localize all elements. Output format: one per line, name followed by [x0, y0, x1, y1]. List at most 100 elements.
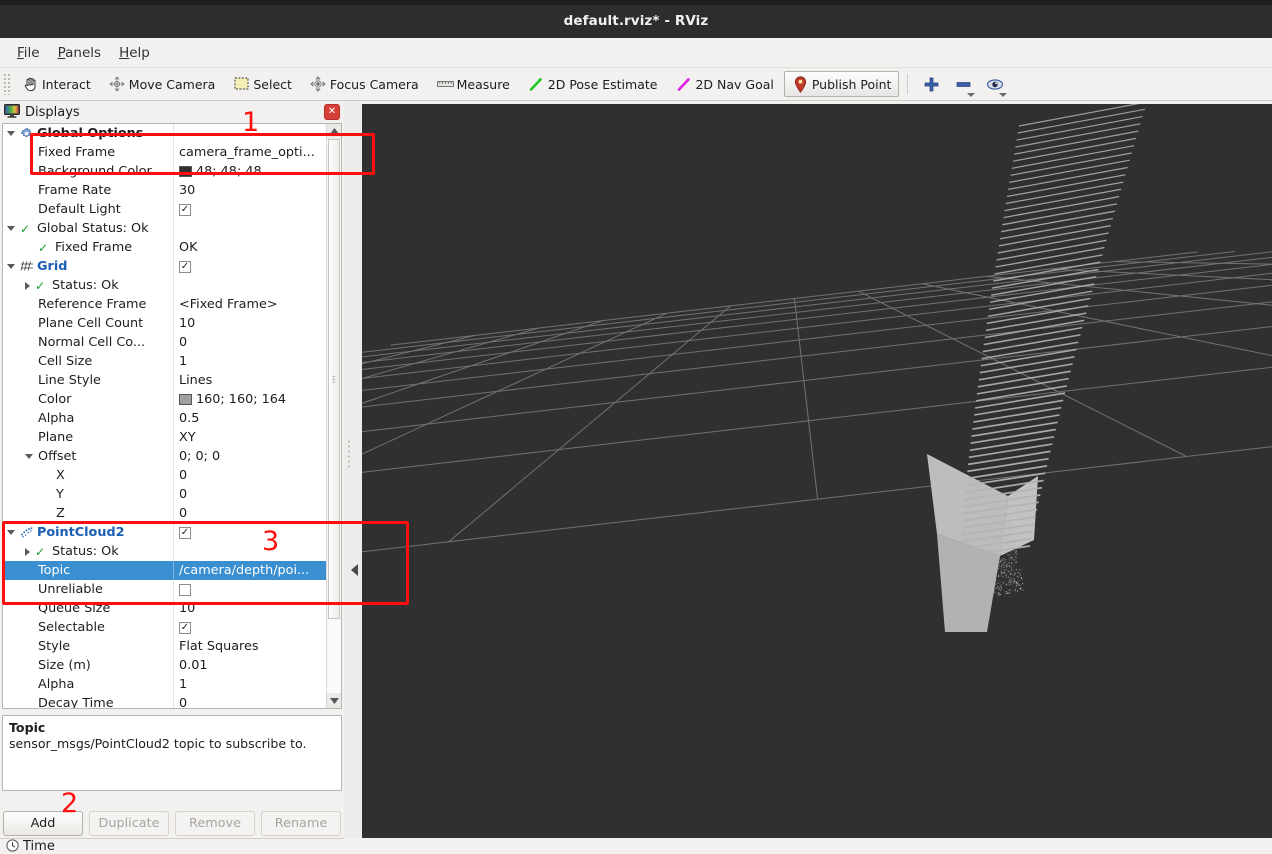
collapse-panel-icon[interactable] [351, 564, 358, 576]
tree-row-value-cell[interactable]: 1 [173, 675, 326, 694]
tool-publish-point[interactable]: Publish Point [784, 71, 900, 97]
tool-interact[interactable]: Interact [14, 71, 99, 97]
checked-checkbox[interactable]: ✓ [179, 527, 191, 539]
expand-arrow-icon[interactable] [25, 548, 30, 556]
tree-row[interactable]: Normal Cell Co... 0 [3, 333, 326, 352]
tree-row-value-cell[interactable]: 0 [173, 485, 326, 504]
expand-arrow-icon[interactable] [25, 282, 30, 290]
tree-row[interactable]: Topic/camera/depth/poi... [3, 561, 326, 580]
toolbar-drag-handle[interactable] [3, 73, 11, 95]
tree-row[interactable]: X0 [3, 466, 326, 485]
tree-row-value-cell[interactable]: 0.01 [173, 656, 326, 675]
splitter-grip[interactable] [347, 439, 351, 469]
tree-row[interactable]: Size (m) 0.01 [3, 656, 326, 675]
tool-focus-camera[interactable]: Focus Camera [302, 71, 427, 97]
tree-row[interactable]: Selectable ✓ [3, 618, 326, 637]
tree-row-value-cell[interactable]: 10 [173, 599, 326, 618]
tree-row[interactable]: Grid ✓ [3, 257, 326, 276]
tree-row-value-cell[interactable]: Flat Squares [173, 637, 326, 656]
tree-row-value-cell[interactable]: 1 [173, 352, 326, 371]
tree-row-value-cell[interactable]: 0.5 [173, 409, 326, 428]
tree-row[interactable]: Global Options [3, 124, 326, 143]
tree-row-value-cell[interactable]: 0 [173, 694, 326, 708]
tree-row[interactable]: Decay Time 0 [3, 694, 326, 708]
tree-row[interactable]: Background Color 48; 48; 48 [3, 162, 326, 181]
tree-row-value-cell[interactable]: 0 [173, 504, 326, 523]
tree-row-value-cell[interactable] [173, 580, 326, 599]
tree-row[interactable]: Color 160; 160; 164 [3, 390, 326, 409]
scrollbar-track[interactable] [327, 139, 341, 693]
tree-row[interactable]: Z0 [3, 504, 326, 523]
tree-row[interactable]: Alpha 0.5 [3, 409, 326, 428]
checked-checkbox[interactable]: ✓ [179, 261, 191, 273]
tool-move-camera[interactable]: Move Camera [101, 71, 224, 97]
menu-file[interactable]: File [8, 42, 49, 64]
tree-row[interactable]: Y0 [3, 485, 326, 504]
visibility-eye-icon[interactable] [982, 71, 1008, 97]
collapse-arrow-icon[interactable] [7, 530, 15, 535]
checked-checkbox[interactable]: ✓ [179, 204, 191, 216]
tree-row-value-cell[interactable]: 0 [173, 333, 326, 352]
panel-splitter[interactable] [344, 101, 362, 838]
tree-row-value-cell[interactable]: ✓ [173, 618, 326, 637]
tree-row-value-cell[interactable]: /camera/depth/poi... [173, 561, 326, 580]
collapse-arrow-icon[interactable] [7, 226, 15, 231]
add-button[interactable]: Add [3, 811, 83, 836]
collapse-arrow-icon[interactable] [7, 264, 15, 269]
tree-row[interactable]: Line Style Lines [3, 371, 326, 390]
color-swatch[interactable] [179, 394, 192, 405]
scroll-up-icon[interactable] [327, 124, 341, 139]
tool-2d-nav-goal[interactable]: 2D Nav Goal [667, 71, 781, 97]
chevron-down-icon[interactable] [967, 93, 975, 97]
tree-row[interactable]: ✓ Fixed Frame OK [3, 238, 326, 257]
tree-row-value-cell[interactable]: 30 [173, 181, 326, 200]
tree-row-value-cell[interactable]: ✓ [173, 200, 326, 219]
tree-row-value-cell[interactable]: 48; 48; 48 [173, 162, 326, 181]
tree-row-value-cell[interactable]: ✓ [173, 523, 326, 542]
tree-row[interactable]: Frame Rate 30 [3, 181, 326, 200]
collapse-arrow-icon[interactable] [25, 454, 33, 459]
tree-row-value-cell[interactable] [173, 276, 326, 295]
tree-row-value-cell[interactable]: camera_frame_opti... [173, 143, 326, 162]
tree-row[interactable]: PointCloud2 ✓ [3, 523, 326, 542]
tree-row[interactable]: Plane XY [3, 428, 326, 447]
tree-row-value-cell[interactable]: 160; 160; 164 [173, 390, 326, 409]
scrollbar-thumb[interactable] [328, 139, 340, 619]
tree-row[interactable]: Queue Size 10 [3, 599, 326, 618]
scroll-down-icon[interactable] [327, 693, 341, 708]
displays-tree-scrollbar[interactable] [326, 124, 341, 708]
tree-row[interactable]: Alpha 1 [3, 675, 326, 694]
unchecked-checkbox[interactable] [179, 584, 191, 596]
tree-row-value-cell[interactable]: 10 [173, 314, 326, 333]
tree-row-value-cell[interactable]: 0 [173, 466, 326, 485]
tree-row-value-cell[interactable]: OK [173, 238, 326, 257]
tree-row-value-cell[interactable] [173, 542, 326, 561]
close-icon[interactable]: ✕ [324, 104, 340, 120]
tool-measure[interactable]: Measure [429, 71, 518, 97]
menu-panels[interactable]: Panels [49, 42, 110, 64]
tool-2d-pose-estimate[interactable]: 2D Pose Estimate [520, 71, 666, 97]
checked-checkbox[interactable]: ✓ [179, 622, 191, 634]
tree-row-value-cell[interactable] [173, 219, 326, 238]
tree-row[interactable]: Default Light ✓ [3, 200, 326, 219]
tree-row[interactable]: Unreliable [3, 580, 326, 599]
displays-tree[interactable]: Global Options Fixed Frame camera_frame_op… [3, 124, 326, 708]
add-tool-icon[interactable] [918, 71, 944, 97]
tree-row[interactable]: Offset 0; 0; 0 [3, 447, 326, 466]
tree-row[interactable]: ✓ Status: Ok [3, 542, 326, 561]
tree-row-value-cell[interactable]: ✓ [173, 257, 326, 276]
remove-tool-icon[interactable] [950, 71, 976, 97]
tree-row[interactable]: Plane Cell Count 10 [3, 314, 326, 333]
tree-row[interactable]: ✓ Global Status: Ok [3, 219, 326, 238]
collapse-arrow-icon[interactable] [7, 131, 15, 136]
tree-row[interactable]: Fixed Frame camera_frame_opti... [3, 143, 326, 162]
tree-row[interactable]: Style Flat Squares [3, 637, 326, 656]
tree-row-value-cell[interactable]: 0; 0; 0 [173, 447, 326, 466]
render-view-3d[interactable] [362, 104, 1272, 838]
chevron-down-icon[interactable] [999, 93, 1007, 97]
tree-row[interactable]: Cell Size 1 [3, 352, 326, 371]
tool-select[interactable]: Select [225, 71, 300, 97]
tree-row[interactable]: ✓ Status: Ok [3, 276, 326, 295]
tree-row-value-cell[interactable]: <Fixed Frame> [173, 295, 326, 314]
tree-row[interactable]: Reference Frame <Fixed Frame> [3, 295, 326, 314]
